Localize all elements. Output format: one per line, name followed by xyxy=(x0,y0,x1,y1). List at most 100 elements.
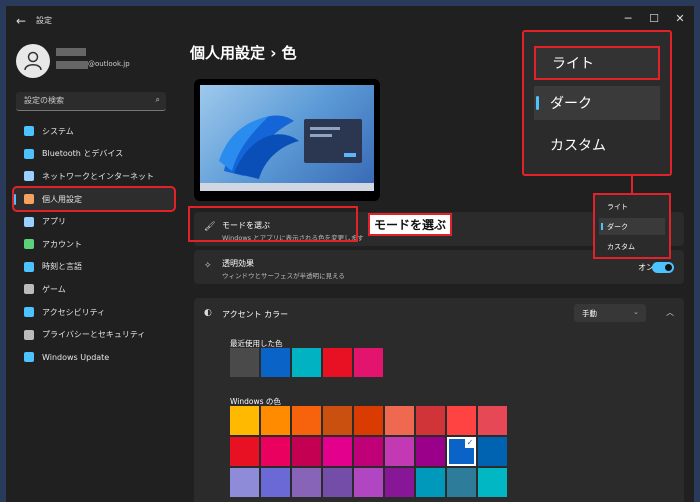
windows-color-swatch[interactable] xyxy=(354,468,383,497)
mode-option-light-small[interactable]: ライト xyxy=(599,198,665,215)
transparency-toggle[interactable] xyxy=(652,262,674,273)
sidebar-item-8[interactable]: アクセシビリティ xyxy=(14,301,174,324)
accent-title: アクセント カラー xyxy=(222,310,289,319)
sidebar-item-2[interactable]: ネットワークとインターネット xyxy=(14,165,174,188)
recent-color-swatch[interactable] xyxy=(354,348,383,377)
chevron-up-icon[interactable]: ︿ xyxy=(666,307,674,318)
windows-colors: ✓ xyxy=(230,406,510,497)
windows-color-swatch[interactable] xyxy=(478,406,507,435)
account-name-redacted xyxy=(56,48,86,56)
preview-wallpaper xyxy=(200,85,374,191)
sidebar-item-label: プライバシーとセキュリティ xyxy=(42,330,146,340)
accent-card: ◐ アクセント カラー 手動 ⌄ ︿ 最近使用した色 Windows の色 ✓ xyxy=(194,298,684,502)
sidebar-item-7[interactable]: ゲーム xyxy=(14,278,174,301)
sidebar-item-0[interactable]: システム xyxy=(14,120,174,143)
sparkle-icon: ✧ xyxy=(204,261,212,271)
windows-color-swatch[interactable] xyxy=(323,468,352,497)
sidebar-item-label: 時刻と言語 xyxy=(42,262,82,272)
update-icon xyxy=(24,352,34,363)
recent-color-swatch[interactable] xyxy=(261,348,290,377)
bloom-image-icon xyxy=(219,115,299,179)
sidebar-item-label: ネットワークとインターネット xyxy=(42,171,154,181)
search-icon[interactable]: ⌕ xyxy=(156,95,160,105)
sidebar-item-6[interactable]: 時刻と言語 xyxy=(14,256,174,279)
sidebar: @outlook.jp ⌕ システム Bluetooth とデバイスネットワークと… xyxy=(6,36,186,502)
mode-option-custom[interactable]: カスタム xyxy=(534,128,660,162)
mode-option-light[interactable]: ライト xyxy=(534,46,660,80)
accent-mode-select[interactable]: 手動 ⌄ xyxy=(574,304,646,322)
accent-mode-value: 手動 xyxy=(582,309,597,318)
sidebar-item-5[interactable]: アカウント xyxy=(14,233,174,256)
windows-color-swatch[interactable] xyxy=(354,406,383,435)
windows-color-swatch[interactable] xyxy=(230,437,259,466)
sidebar-item-label: ゲーム xyxy=(42,284,66,294)
mode-option-dark-small[interactable]: ダーク xyxy=(599,218,665,235)
windows-color-swatch[interactable] xyxy=(416,468,445,497)
windows-color-swatch[interactable] xyxy=(385,468,414,497)
palette-icon: ◐ xyxy=(204,308,212,318)
windows-color-swatch[interactable] xyxy=(323,437,352,466)
windows-color-swatch[interactable] xyxy=(385,406,414,435)
windows-color-swatch[interactable] xyxy=(261,406,290,435)
mode-highlight xyxy=(188,206,358,242)
windows-color-swatch[interactable] xyxy=(292,406,321,435)
windows-color-swatch[interactable] xyxy=(292,437,321,466)
windows-color-swatch[interactable] xyxy=(354,437,383,466)
apps-icon xyxy=(24,216,34,227)
windows-color-swatch[interactable] xyxy=(261,437,290,466)
windows-color-swatch[interactable] xyxy=(323,406,352,435)
windows-color-swatch[interactable] xyxy=(478,437,507,466)
mode-option-dark[interactable]: ダーク xyxy=(534,86,660,120)
windows-color-swatch[interactable] xyxy=(230,468,259,497)
theme-preview xyxy=(194,79,380,201)
windows-color-swatch[interactable] xyxy=(292,468,321,497)
account-email-redacted xyxy=(56,61,88,69)
sidebar-item-10[interactable]: Windows Update xyxy=(14,346,174,369)
preview-window xyxy=(304,119,362,163)
bluetooth-icon xyxy=(24,148,34,159)
mode-option-custom-small[interactable]: カスタム xyxy=(599,238,665,255)
recent-color-swatch[interactable] xyxy=(292,348,321,377)
accessibility-icon xyxy=(24,307,34,318)
windows-color-swatch[interactable] xyxy=(447,468,476,497)
sidebar-item-4[interactable]: アプリ xyxy=(14,210,174,233)
windows-color-swatch[interactable]: ✓ xyxy=(447,437,476,466)
sidebar-item-label: Windows Update xyxy=(42,352,110,362)
windows-color-swatch[interactable] xyxy=(230,406,259,435)
mode-dropdown-zoom: ライト ダーク カスタム xyxy=(522,30,672,176)
sidebar-nav: システム Bluetooth とデバイスネットワークとインターネット個人用設定 アプ… xyxy=(12,120,176,369)
recent-color-swatch[interactable] xyxy=(230,348,259,377)
user-icon xyxy=(24,51,42,71)
shield-icon xyxy=(24,329,34,340)
transparency-desc: ウィンドウとサーフェスが半透明に見える xyxy=(222,272,345,280)
sidebar-item-label: アクセシビリティ xyxy=(42,307,106,317)
sidebar-item-9[interactable]: プライバシーとセキュリティ xyxy=(14,323,174,346)
preview-taskbar xyxy=(200,183,374,191)
minimize-button[interactable]: ─ xyxy=(618,12,638,25)
globe-icon xyxy=(24,261,34,272)
search-box[interactable]: ⌕ xyxy=(16,92,166,111)
display-icon xyxy=(24,126,34,137)
windows-color-swatch[interactable] xyxy=(447,406,476,435)
windows-color-swatch[interactable] xyxy=(416,406,445,435)
brush-icon xyxy=(24,194,34,205)
avatar[interactable] xyxy=(16,44,50,78)
back-arrow-icon[interactable]: ← xyxy=(16,14,26,28)
maximize-button[interactable]: ☐ xyxy=(644,12,664,25)
app-title: 設定 xyxy=(36,16,52,25)
mode-dropdown: ライト ダーク カスタム xyxy=(593,193,671,259)
recent-colors xyxy=(230,348,390,377)
windows-color-swatch[interactable] xyxy=(478,468,507,497)
windows-color-swatch[interactable] xyxy=(385,437,414,466)
close-button[interactable]: ✕ xyxy=(670,12,690,25)
sidebar-item-label: システム xyxy=(42,126,74,136)
recent-color-swatch[interactable] xyxy=(323,348,352,377)
mode-callout: モードを選ぶ xyxy=(368,213,453,236)
windows-color-swatch[interactable] xyxy=(261,468,290,497)
windows-color-swatch[interactable] xyxy=(416,437,445,466)
gamepad-icon xyxy=(24,284,34,295)
sidebar-item-1[interactable]: Bluetooth とデバイス xyxy=(14,143,174,166)
sidebar-item-3[interactable]: 個人用設定 xyxy=(12,185,176,213)
account-email-suffix: @outlook.jp xyxy=(88,60,130,68)
search-input[interactable] xyxy=(22,95,146,106)
